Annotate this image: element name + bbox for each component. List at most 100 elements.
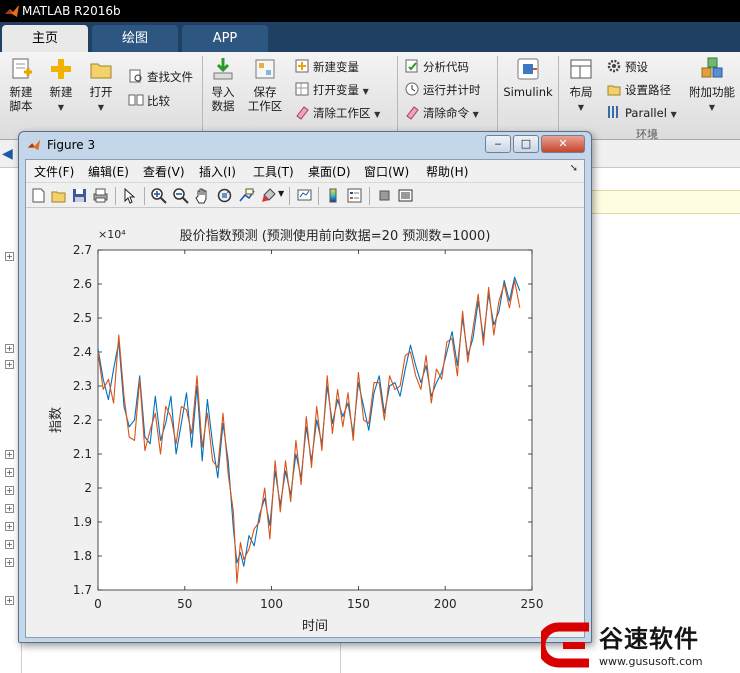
hide-plot-tools-icon[interactable] <box>376 187 393 204</box>
menubar-overflow-icon[interactable]: ➘ <box>570 163 578 174</box>
compare-icon <box>128 94 144 106</box>
menu-edit[interactable]: 编辑(E) <box>88 163 129 180</box>
save-icon[interactable] <box>71 187 88 204</box>
set-path-button[interactable]: 设置路径 <box>606 81 671 99</box>
link-plot-icon[interactable] <box>296 187 313 204</box>
clear-commands-button[interactable]: 清除命令 ▼ <box>404 104 479 122</box>
watermark-url: www.gususoft.com <box>599 655 703 668</box>
tab-apps[interactable]: APP <box>182 25 268 52</box>
clear-commands-label: 清除命令 <box>423 106 469 120</box>
tree-expand-icon[interactable]: + <box>5 468 14 477</box>
tree-expand-icon[interactable]: + <box>5 450 14 459</box>
zoom-out-icon[interactable] <box>172 187 189 204</box>
new-label: 新建 <box>49 85 73 99</box>
y-exponent-label: ×10⁴ <box>98 228 126 241</box>
ribbon-separator <box>397 56 398 132</box>
brush-chevron-down-icon[interactable]: ▼ <box>278 189 284 198</box>
y-tick-label: 2.2 <box>73 413 92 427</box>
new-script-icon <box>12 58 32 79</box>
run-and-time-button[interactable]: 运行并计时 <box>404 81 481 99</box>
y-tick-label: 1.7 <box>73 583 92 597</box>
simulink-button[interactable]: Simulink <box>502 56 554 99</box>
menu-file[interactable]: 文件(F) <box>34 163 74 180</box>
minimize-button[interactable]: ‒ <box>485 135 511 153</box>
tree-expand-icon[interactable]: + <box>5 344 14 353</box>
open-variable-button[interactable]: 打开变量 ▼ <box>294 81 369 99</box>
set-path-icon <box>607 85 621 96</box>
preferences-button[interactable]: 预设 <box>606 58 648 76</box>
clear-workspace-button[interactable]: 清除工作区 ▼ <box>294 104 380 122</box>
chevron-down-icon: ▼ <box>472 110 479 119</box>
figure-client-area: 文件(F) 编辑(E) 查看(V) 插入(I) 工具(T) 桌面(D) 窗口(W… <box>25 159 585 638</box>
matlab-figure-icon <box>27 139 41 151</box>
new-button[interactable]: 新建 ▼ <box>44 56 78 115</box>
menu-help[interactable]: 帮助(H) <box>426 163 468 180</box>
import-data-label: 导入 数据 <box>211 85 235 113</box>
set-path-label: 设置路径 <box>625 83 671 97</box>
tree-expand-icon[interactable]: + <box>5 504 14 513</box>
compare-button[interactable]: 比较 <box>128 92 170 110</box>
save-workspace-button[interactable]: 保存 工作区 <box>246 56 284 113</box>
figure-titlebar[interactable]: Figure 3 ‒ □ ✕ <box>19 132 591 158</box>
rotate-3d-icon[interactable] <box>216 187 233 204</box>
x-tick-label: 150 <box>347 597 370 611</box>
pan-hand-icon[interactable] <box>194 187 211 204</box>
tab-home[interactable]: 主页 <box>2 25 88 52</box>
zoom-in-icon[interactable] <box>150 187 167 204</box>
menu-window[interactable]: 窗口(W) <box>364 163 409 180</box>
data-cursor-icon[interactable] <box>238 187 255 204</box>
tree-expand-icon[interactable]: + <box>5 252 14 261</box>
run-and-time-label: 运行并计时 <box>423 83 481 97</box>
open-file-icon[interactable] <box>50 187 67 204</box>
parallel-button[interactable]: Parallel ▼ <box>606 104 677 122</box>
import-data-button[interactable]: 导入 数据 <box>206 56 240 113</box>
tree-expand-icon[interactable]: + <box>5 360 14 369</box>
compare-label: 比较 <box>147 94 170 108</box>
legend-icon[interactable] <box>346 187 363 204</box>
run-and-time-icon <box>405 82 419 96</box>
new-script-button[interactable]: 新建 脚本 <box>4 56 38 113</box>
tab-plots[interactable]: 绘图 <box>92 25 178 52</box>
show-plot-tools-icon[interactable] <box>397 187 414 204</box>
tree-expand-icon[interactable]: + <box>5 486 14 495</box>
find-files-button[interactable]: 查找文件 <box>128 68 193 86</box>
figure-toolbar: ▼ <box>26 182 584 208</box>
open-folder-icon <box>90 63 112 79</box>
y-tick-label: 1.8 <box>73 549 92 563</box>
analyze-code-button[interactable]: 分析代码 <box>404 58 469 76</box>
tree-expand-icon[interactable]: + <box>5 558 14 567</box>
open-variable-label: 打开变量 <box>313 83 359 97</box>
parallel-icon <box>608 106 618 118</box>
colorbar-icon[interactable] <box>325 187 342 204</box>
y-axis-label: 指数 <box>49 407 64 433</box>
tree-expand-icon[interactable]: + <box>5 522 14 531</box>
app-title: MATLAB R2016b <box>22 4 121 18</box>
figure-window: Figure 3 ‒ □ ✕ 文件(F) 编辑(E) 查看(V) 插入(I) 工… <box>18 131 592 643</box>
new-variable-label: 新建变量 <box>313 60 359 74</box>
open-button[interactable]: 打开 ▼ <box>84 56 118 115</box>
layout-button[interactable]: 布局 ▼ <box>564 56 598 115</box>
back-arrow-icon[interactable]: ◀ <box>2 146 16 162</box>
save-workspace-icon <box>255 59 275 79</box>
select-arrow-icon[interactable] <box>121 187 138 204</box>
y-tick-label: 2.6 <box>73 277 92 291</box>
new-variable-button[interactable]: 新建变量 <box>294 58 359 76</box>
print-icon[interactable] <box>92 187 109 204</box>
tree-expand-icon[interactable]: + <box>5 596 14 605</box>
chevron-down-icon: ▼ <box>374 110 381 119</box>
menu-tools[interactable]: 工具(T) <box>253 163 294 180</box>
addons-button[interactable]: 附加功能 ▼ <box>686 56 738 115</box>
new-figure-icon[interactable] <box>30 187 47 204</box>
toolbar-separator <box>289 187 290 205</box>
tree-expand-icon[interactable]: + <box>5 540 14 549</box>
maximize-button[interactable]: □ <box>513 135 539 153</box>
close-button[interactable]: ✕ <box>541 135 585 153</box>
save-workspace-label: 保存 工作区 <box>247 85 283 113</box>
menu-insert[interactable]: 插入(I) <box>199 163 236 180</box>
menu-desktop[interactable]: 桌面(D) <box>308 163 351 180</box>
chevron-down-icon: ▼ <box>97 103 105 112</box>
brush-icon[interactable] <box>260 187 277 204</box>
figure-plot-area: 0 50 100 150 200 250 1.7 1.8 1.9 2 2.1 2.2 2.3 2.4 2.5… <box>26 209 584 637</box>
menu-view[interactable]: 查看(V) <box>143 163 185 180</box>
preferences-label: 预设 <box>625 60 648 74</box>
